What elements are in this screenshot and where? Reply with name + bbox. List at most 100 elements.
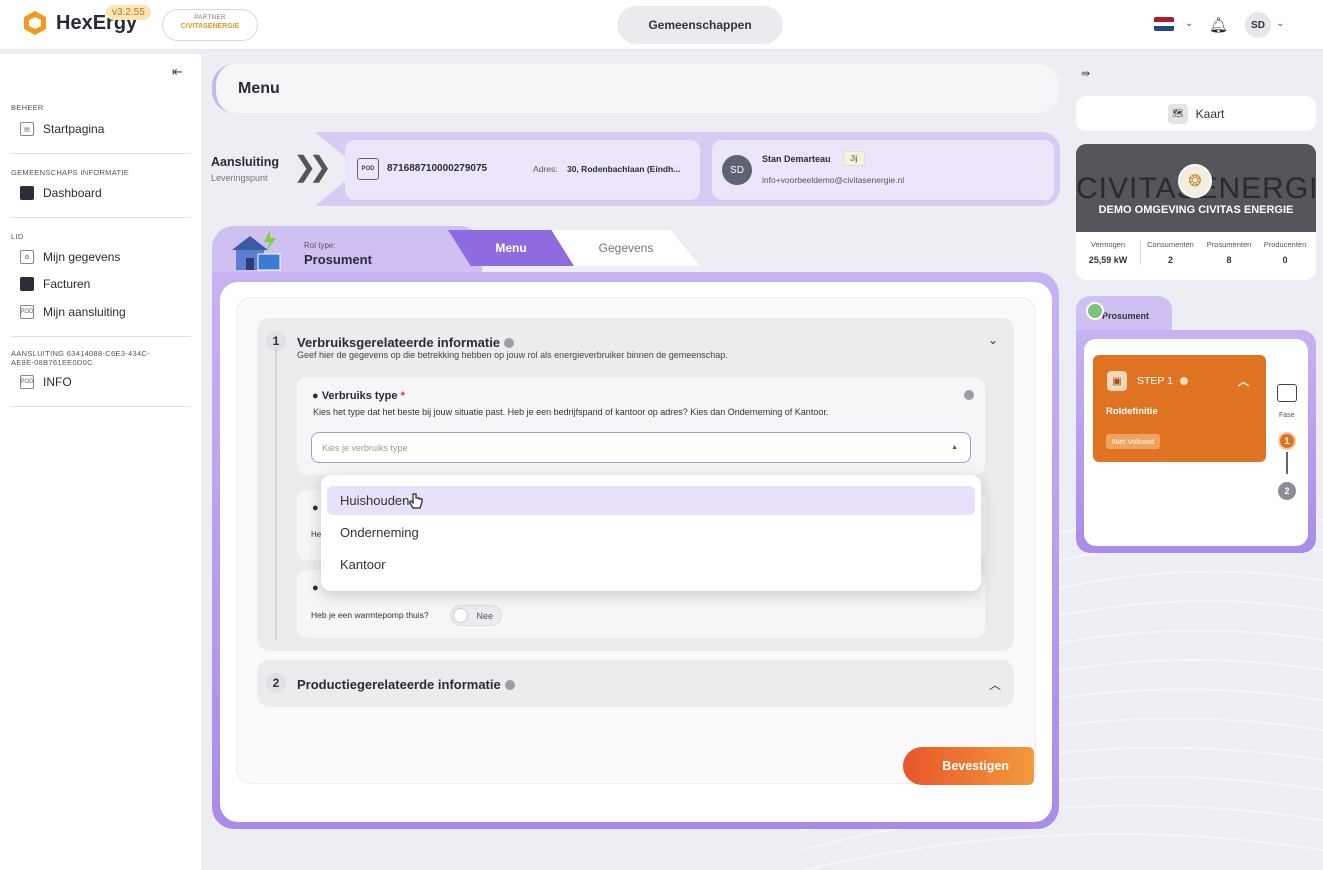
double-chevron-right-icon: ❯❯	[293, 151, 332, 182]
home-icon: ▤	[20, 122, 34, 136]
community-subtitle: DEMO OMGEVING CIVITAS ENERGIE	[1098, 204, 1294, 216]
pod-icon: POD	[357, 158, 379, 180]
partner-badge[interactable]: PARTNER CIVITASENERGIE	[162, 9, 258, 41]
partner-name: CIVITASENERGIE	[180, 23, 240, 30]
sidebar-item-label: Facturen	[43, 277, 91, 291]
field-description: He	[311, 530, 322, 539]
divider	[11, 217, 191, 218]
sidebar-item-startpagina[interactable]: ▤ Startpagina	[20, 122, 104, 136]
self-badge: Jij	[843, 151, 865, 166]
toggle-knob	[453, 608, 468, 623]
toggle-settings-icon: ⚙	[20, 250, 34, 264]
sidebar-item-label: Mijn aansluiting	[43, 305, 126, 319]
version-badge: v3.2.55	[106, 5, 151, 20]
stat-vermogen: Vermogen 25,59 kW	[1088, 240, 1128, 265]
community-logo-icon: ❂	[1178, 164, 1212, 198]
chevron-down-icon[interactable]: ⌄	[1185, 18, 1193, 29]
stat-producenten: Producenten 0	[1263, 240, 1307, 265]
user-card[interactable]	[712, 140, 1054, 200]
divider	[11, 336, 191, 337]
user-name: Stan Demarteau	[762, 154, 831, 164]
pod-icon: POD	[20, 305, 34, 319]
connection-subtitle: Leveringspunt	[211, 173, 268, 183]
field-bullet: ●	[312, 502, 319, 514]
toggle-value: Nee	[476, 610, 493, 621]
sidebar-item-label: INFO	[43, 375, 72, 389]
connection-title: Aansluiting	[211, 155, 280, 169]
sidebar-section-title: BEHEER	[11, 103, 44, 112]
sidebar-item-mijn-aansluiting[interactable]: POD Mijn aansluiting	[20, 305, 126, 319]
phase-step-2[interactable]: 2	[1278, 482, 1296, 500]
chevron-down-icon[interactable]: ⌄	[1276, 18, 1284, 29]
sidebar-item-mijn-gegevens[interactable]: ⚙ Mijn gegevens	[20, 250, 120, 264]
phase-connector	[1286, 452, 1288, 474]
map-button-label: Kaart	[1195, 106, 1225, 121]
section-line	[275, 347, 277, 640]
info-icon[interactable]	[504, 337, 515, 348]
map-button[interactable]: 🗺︎ Kaart	[1076, 96, 1316, 131]
field-label: ● Verbruiks type *	[312, 390, 405, 402]
phase-label: Fase	[1279, 412, 1295, 419]
info-icon[interactable]	[504, 679, 515, 690]
section-header[interactable]: Productiegerelateerde informatie	[297, 676, 515, 694]
hand-pointer-cursor-icon	[408, 493, 423, 509]
field-bullet: ●	[312, 582, 319, 594]
status-badge: Niet Voltooid	[1106, 434, 1161, 449]
community-card[interactable]: CIVITASENERGIE ❂ DEMO OMGEVING CIVITAS E…	[1076, 144, 1316, 280]
user-avatar[interactable]: SD	[1245, 12, 1271, 38]
dropdown-option-onderneming[interactable]: Onderneming	[327, 518, 975, 547]
language-flag-icon[interactable]	[1154, 17, 1174, 31]
address-value: 30, Rodenbachlaan (Eindh...	[567, 164, 681, 174]
map-icon: 🗺︎	[1167, 103, 1188, 124]
collapse-sidebar-icon[interactable]: ⇤	[172, 64, 183, 80]
field-description: Kies het type dat het beste bij jouw sit…	[313, 407, 829, 417]
stat-consumenten: Consumenten 2	[1140, 240, 1200, 265]
sidebar-item-label: Dashboard	[43, 186, 102, 200]
chevron-down-icon[interactable]: ⌄	[988, 333, 998, 347]
caret-up-icon: ▲	[951, 444, 958, 451]
user-card-avatar: SD	[722, 155, 752, 185]
step-title: Roldefinitie	[1106, 406, 1158, 417]
id-card-icon: ▣	[1107, 371, 1127, 391]
communities-button[interactable]: Gemeenschappen	[617, 6, 783, 44]
tab-gegevens[interactable]: Gegevens	[552, 230, 700, 266]
chevron-up-icon[interactable]: ︿	[1238, 373, 1249, 389]
pod-icon: POD	[20, 375, 34, 389]
sidebar-section-title: AANSLUITING 63414088-C6E3-434C-AE8E-08B7…	[11, 349, 150, 367]
phase-toggle-icon[interactable]	[1277, 384, 1297, 402]
sidebar-item-label: Startpagina	[43, 122, 105, 136]
dashboard-icon	[20, 186, 34, 200]
divider	[11, 406, 191, 407]
section-title: Productiegerelateerde informatie	[297, 677, 501, 692]
sidebar-section-title: LID	[11, 232, 24, 241]
role-type-value: Prosument	[304, 252, 372, 267]
sidebar-item-dashboard[interactable]: Dashboard	[20, 186, 102, 200]
collapse-panel-icon[interactable]: ⇛	[1081, 67, 1090, 80]
section-title: Verbruiksgerelateerde informatie	[297, 335, 501, 350]
dropdown-option-huishouden[interactable]: Huishouden	[327, 486, 975, 515]
ean-code: 871688710000279075	[387, 163, 488, 174]
confirm-button[interactable]: Bevestigen	[903, 747, 1034, 785]
chevron-up-icon[interactable]: ︿	[989, 676, 1001, 693]
step-label: STEP 1	[1137, 375, 1188, 387]
sidebar-item-info[interactable]: POD INFO	[20, 375, 72, 389]
stat-prosumenten: Prosumenten 8	[1206, 240, 1252, 265]
invoice-icon	[20, 277, 34, 291]
sidebar-item-facturen[interactable]: Facturen	[20, 277, 90, 291]
info-icon[interactable]	[964, 390, 974, 400]
section-number: 2	[266, 673, 286, 693]
role-type-label: Rol type:	[304, 241, 336, 250]
bell-icon[interactable]: 🔔︎	[1209, 16, 1228, 34]
info-icon[interactable]	[1179, 377, 1188, 386]
page-title: Menu	[212, 64, 1059, 113]
divider	[11, 153, 191, 154]
phase-step-1[interactable]: 1	[1278, 432, 1296, 450]
consumption-type-select[interactable]: Kies je verbruiks type ▲	[311, 432, 971, 463]
sidebar-section-title: GEMEENSCHAPS INFORMATIE	[11, 168, 130, 177]
hexergy-logo-icon	[24, 11, 46, 35]
field-label-text: Verbruiks type	[321, 390, 398, 402]
partner-label: PARTNER	[194, 15, 226, 21]
heatpump-toggle[interactable]: Nee	[450, 605, 502, 626]
address-label: Adres:	[533, 164, 558, 174]
dropdown-option-kantoor[interactable]: Kantoor	[327, 550, 975, 579]
